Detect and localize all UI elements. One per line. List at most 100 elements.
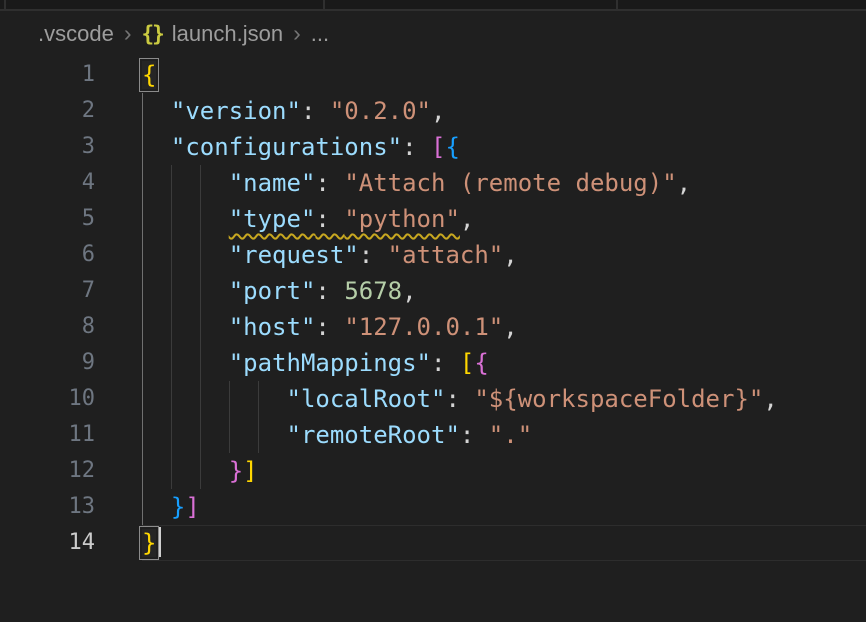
code-token: : — [445, 385, 474, 413]
code-token: "request" — [229, 241, 359, 269]
code-line[interactable]: 3 "configurations": [{ — [0, 129, 866, 165]
code-token: "pathMappings" — [229, 349, 431, 377]
indent-guide — [171, 453, 172, 489]
line-number[interactable]: 6 — [0, 237, 142, 273]
code-token: "name" — [229, 169, 316, 197]
line-number[interactable]: 3 — [0, 129, 142, 165]
line-number[interactable]: 14 — [0, 525, 142, 561]
line-number[interactable]: 10 — [0, 381, 142, 417]
indent-guide — [142, 273, 143, 309]
code-token: } — [229, 457, 243, 485]
code-token: "port" — [229, 277, 316, 305]
code-line[interactable]: 7 "port": 5678, — [0, 273, 866, 309]
code-token: : — [315, 205, 344, 233]
line-number[interactable]: 12 — [0, 453, 142, 489]
code-text: "configurations": [{ — [142, 129, 866, 165]
code-token: "configurations" — [171, 133, 402, 161]
indent-guide — [200, 381, 201, 417]
breadcrumb-symbol[interactable]: ... — [311, 21, 329, 47]
indent-guide — [142, 381, 143, 417]
code-line[interactable]: 13 }] — [0, 489, 866, 525]
code-line[interactable]: 9 "pathMappings": [{ — [0, 345, 866, 381]
code-line[interactable]: 6 "request": "attach", — [0, 237, 866, 273]
indent-guide — [229, 417, 230, 453]
code-token: , — [460, 205, 474, 233]
code-text: "port": 5678, — [142, 273, 866, 309]
code-token: "python" — [344, 205, 460, 233]
code-line[interactable]: 5 "type": "python", — [0, 201, 866, 237]
indent-guide — [200, 453, 201, 489]
code-editor[interactable]: 1{2 "version": "0.2.0",3 "configurations… — [0, 57, 866, 561]
code-text: "type": "python", — [142, 201, 866, 237]
code-token: , — [763, 385, 777, 413]
code-token: "remoteRoot" — [287, 421, 460, 449]
code-line[interactable]: 11 "remoteRoot": "." — [0, 417, 866, 453]
line-number[interactable]: 5 — [0, 201, 142, 237]
indent-guide — [171, 309, 172, 345]
bracket-match-highlight: } — [142, 529, 156, 557]
tab-divider — [323, 0, 325, 9]
code-token: "type" — [229, 205, 316, 233]
code-text: "host": "127.0.0.1", — [142, 309, 866, 345]
line-number[interactable]: 9 — [0, 345, 142, 381]
code-token: { — [445, 133, 459, 161]
code-token: [ — [460, 349, 474, 377]
breadcrumb: .vscode › {} launch.json › ... — [0, 11, 866, 57]
line-number[interactable]: 4 — [0, 165, 142, 201]
indent-guide — [142, 165, 143, 201]
indent-guide — [171, 417, 172, 453]
code-token: "127.0.0.1" — [344, 313, 503, 341]
indent-guide — [200, 345, 201, 381]
indent-guide — [142, 345, 143, 381]
tab-bar-edge — [0, 0, 866, 11]
code-token: "host" — [229, 313, 316, 341]
breadcrumb-folder[interactable]: .vscode — [38, 21, 114, 47]
line-number[interactable]: 11 — [0, 417, 142, 453]
bracket-match-highlight: { — [142, 61, 156, 89]
indent-guide — [142, 129, 143, 165]
breadcrumb-file[interactable]: launch.json — [172, 21, 283, 47]
indent-guide — [142, 237, 143, 273]
line-number[interactable]: 13 — [0, 489, 142, 525]
code-token: , — [503, 241, 517, 269]
indent-guide — [171, 381, 172, 417]
code-line[interactable]: 1{ — [0, 57, 866, 93]
code-line[interactable]: 8 "host": "127.0.0.1", — [0, 309, 866, 345]
code-text: }] — [142, 453, 866, 489]
code-token: : — [301, 97, 330, 125]
code-token: "Attach (remote debug)" — [344, 169, 676, 197]
code-token: , — [677, 169, 691, 197]
code-token: { — [474, 349, 488, 377]
line-number[interactable]: 8 — [0, 309, 142, 345]
code-line[interactable]: 12 }] — [0, 453, 866, 489]
indent-guide — [142, 453, 143, 489]
indent-guide — [142, 93, 143, 129]
code-token: "attach" — [388, 241, 504, 269]
indent-guide — [200, 237, 201, 273]
code-token: : — [460, 421, 489, 449]
code-token: : — [431, 349, 460, 377]
chevron-right-icon: › — [293, 20, 301, 47]
code-text: "localRoot": "${workspaceFolder}", — [142, 381, 866, 417]
code-text: "request": "attach", — [142, 237, 866, 273]
code-token: ] — [243, 457, 257, 485]
indent-guide — [200, 273, 201, 309]
code-text: } — [142, 525, 866, 561]
code-text: { — [142, 57, 866, 93]
line-number[interactable]: 7 — [0, 273, 142, 309]
indent-guide — [200, 309, 201, 345]
code-token: : — [315, 169, 344, 197]
code-token: [ — [431, 133, 445, 161]
code-line[interactable]: 14} — [0, 525, 866, 561]
code-line[interactable]: 10 "localRoot": "${workspaceFolder}", — [0, 381, 866, 417]
indent-guide — [142, 489, 143, 525]
code-line[interactable]: 4 "name": "Attach (remote debug)", — [0, 165, 866, 201]
code-line[interactable]: 2 "version": "0.2.0", — [0, 93, 866, 129]
code-token: "localRoot" — [287, 385, 446, 413]
code-text: "version": "0.2.0", — [142, 93, 866, 129]
vscode-editor-window: .vscode › {} launch.json › ... 1{2 "vers… — [0, 0, 866, 622]
line-number[interactable]: 1 — [0, 57, 142, 93]
line-number[interactable]: 2 — [0, 93, 142, 129]
code-token: "${workspaceFolder}" — [474, 385, 763, 413]
code-text: "pathMappings": [{ — [142, 345, 866, 381]
